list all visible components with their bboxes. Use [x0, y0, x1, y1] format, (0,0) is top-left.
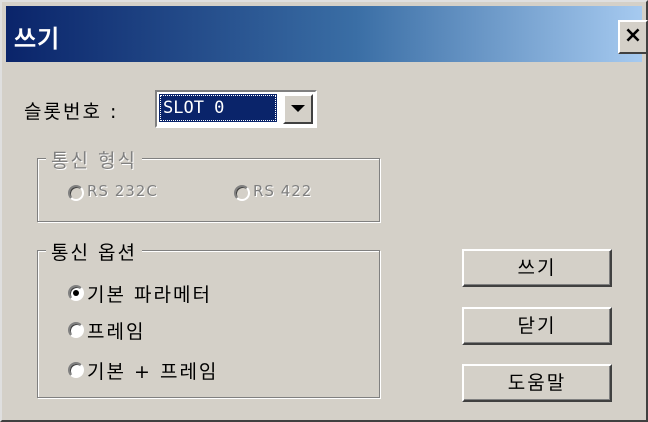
radio-rs422	[234, 185, 250, 201]
radio-basic-params-label[interactable]: 기본 파라메터	[87, 280, 212, 307]
slot-select-value[interactable]: SLOT 0	[159, 94, 277, 122]
close-button[interactable]: 닫기	[462, 307, 612, 345]
slot-select[interactable]: SLOT 0	[155, 90, 317, 128]
close-icon[interactable]: ×	[618, 20, 648, 54]
comm-format-group: 통신 형식 RS 232C RS 422	[37, 146, 380, 222]
comm-format-title: 통신 형식	[46, 146, 142, 173]
radio-rs422-label: RS 422	[253, 182, 313, 200]
radio-basic-frame[interactable]	[68, 362, 84, 378]
radio-basic-params[interactable]	[68, 285, 84, 301]
slot-label: 슬롯번호 :	[24, 101, 119, 123]
help-button[interactable]: 도움말	[462, 364, 612, 402]
title-bar[interactable]: 쓰기 ×	[6, 6, 648, 62]
write-button[interactable]: 쓰기	[462, 249, 612, 287]
chevron-down-icon[interactable]	[283, 94, 313, 124]
window-title: 쓰기	[14, 25, 61, 53]
comm-option-title: 통신 옵션	[46, 238, 142, 265]
radio-rs232c	[68, 185, 84, 201]
radio-rs232c-label: RS 232C	[87, 182, 158, 200]
write-dialog: 쓰기 × 슬롯번호 : SLOT 0 통신 형식 RS 232C RS 422 …	[0, 0, 648, 422]
radio-basic-frame-label[interactable]: 기본 + 프레임	[87, 357, 218, 384]
radio-frame-label[interactable]: 프레임	[87, 317, 145, 344]
comm-option-group: 통신 옵션 기본 파라메터 프레임 기본 + 프레임	[37, 238, 380, 398]
radio-frame[interactable]	[68, 322, 84, 338]
